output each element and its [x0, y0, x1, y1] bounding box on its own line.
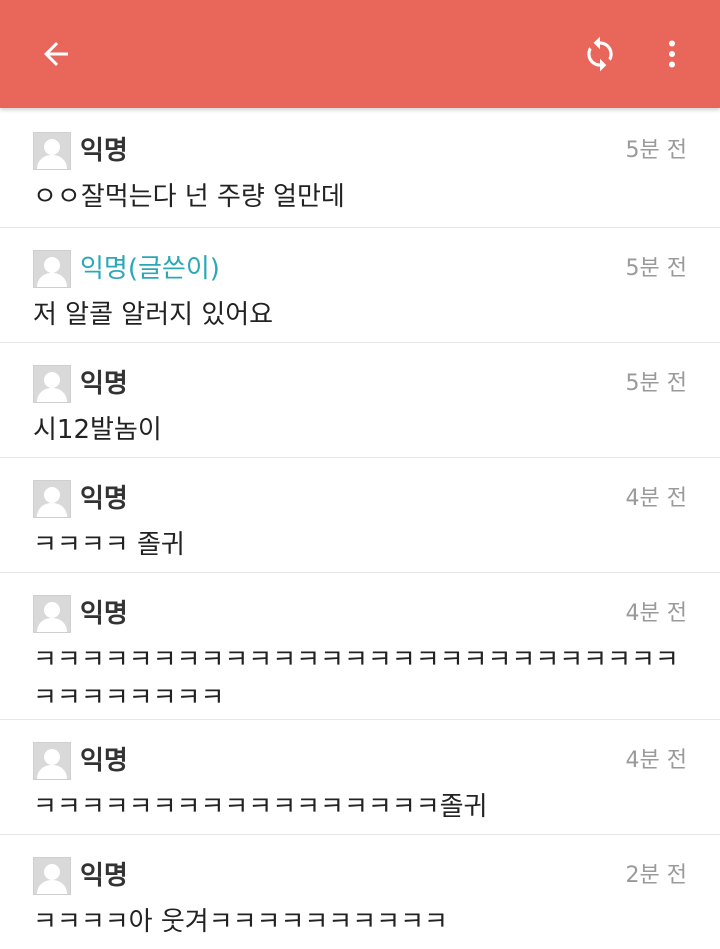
default-avatar-icon [37, 372, 67, 402]
comment-time: 4분 전 [625, 601, 687, 626]
comment-author: 익명 [80, 136, 128, 166]
comment-time: 4분 전 [625, 486, 687, 511]
comment-text: ㅋㅋㅋㅋ아 웃겨ㅋㅋㅋㅋㅋㅋㅋㅋㅋㅋ [33, 907, 448, 937]
comment-item[interactable]: 익명 5분 전 ㅇㅇ잘먹는다 넌 주량 얼만데 [0, 110, 720, 228]
default-avatar-icon [37, 139, 67, 169]
avatar [33, 595, 71, 633]
refresh-button[interactable] [576, 30, 624, 78]
comment-item[interactable]: 익명 4분 전 ㅋㅋㅋㅋㅋㅋㅋㅋㅋㅋㅋㅋㅋㅋㅋㅋㅋ졸귀 [0, 720, 720, 835]
default-avatar-icon [37, 864, 67, 894]
comment-author: 익명 [80, 746, 128, 776]
avatar [33, 742, 71, 780]
comment-item[interactable]: 익명 5분 전 시12발놈이 [0, 343, 720, 458]
comment-item[interactable]: 익명 2분 전 ㅋㅋㅋㅋ아 웃겨ㅋㅋㅋㅋㅋㅋㅋㅋㅋㅋ [0, 835, 720, 947]
comment-text: 시12발놈이 [33, 415, 162, 445]
avatar [33, 250, 71, 288]
comment-author-op: 익명(글쓴이) [80, 254, 220, 284]
default-avatar-icon [37, 602, 67, 632]
comment-author: 익명 [80, 484, 128, 514]
comment-list: 익명 5분 전 ㅇㅇ잘먹는다 넌 주량 얼만데 익명(글쓴이) 5분 전 저 알… [0, 110, 720, 947]
avatar [33, 132, 71, 170]
comment-item[interactable]: 익명 4분 전 ㅋㅋㅋㅋㅋㅋㅋㅋㅋㅋㅋㅋㅋㅋㅋㅋㅋㅋㅋㅋㅋㅋㅋㅋㅋㅋㅋㅋㅋㅋㅋㅋ… [0, 573, 720, 720]
default-avatar-icon [37, 487, 67, 517]
avatar [33, 480, 71, 518]
refresh-icon [587, 36, 613, 72]
comment-time: 5분 전 [625, 256, 687, 281]
comment-author: 익명 [80, 861, 128, 891]
default-avatar-icon [37, 257, 67, 287]
comment-item[interactable]: 익명(글쓴이) 5분 전 저 알콜 알러지 있어요 [0, 228, 720, 343]
back-button[interactable] [32, 30, 80, 78]
avatar [33, 857, 71, 895]
comment-author: 익명 [80, 369, 128, 399]
avatar [33, 365, 71, 403]
default-avatar-icon [37, 749, 67, 779]
comment-text: ㅇㅇ잘먹는다 넌 주량 얼만데 [33, 182, 345, 212]
more-vert-icon [669, 40, 675, 68]
arrow-left-icon [44, 42, 68, 66]
comment-item[interactable]: 익명 4분 전 ㅋㅋㅋㅋ 졸귀 [0, 458, 720, 573]
comment-time: 4분 전 [625, 748, 687, 773]
comment-author: 익명 [80, 599, 128, 629]
comment-text: ㅋㅋㅋㅋㅋㅋㅋㅋㅋㅋㅋㅋㅋㅋㅋㅋㅋ졸귀 [33, 792, 488, 822]
comment-text: ㅋㅋㅋㅋ 졸귀 [33, 530, 185, 560]
comment-time: 2분 전 [625, 863, 687, 888]
comment-time: 5분 전 [625, 138, 687, 163]
app-bar [0, 0, 720, 108]
comment-time: 5분 전 [625, 371, 687, 396]
more-options-button[interactable] [648, 30, 696, 78]
comment-text: 저 알콜 알러지 있어요 [33, 300, 274, 330]
comment-text: ㅋㅋㅋㅋㅋㅋㅋㅋㅋㅋㅋㅋㅋㅋㅋㅋㅋㅋㅋㅋㅋㅋㅋㅋㅋㅋㅋㅋㅋㅋㅋㅋㅋㅋㅋ [33, 645, 679, 713]
